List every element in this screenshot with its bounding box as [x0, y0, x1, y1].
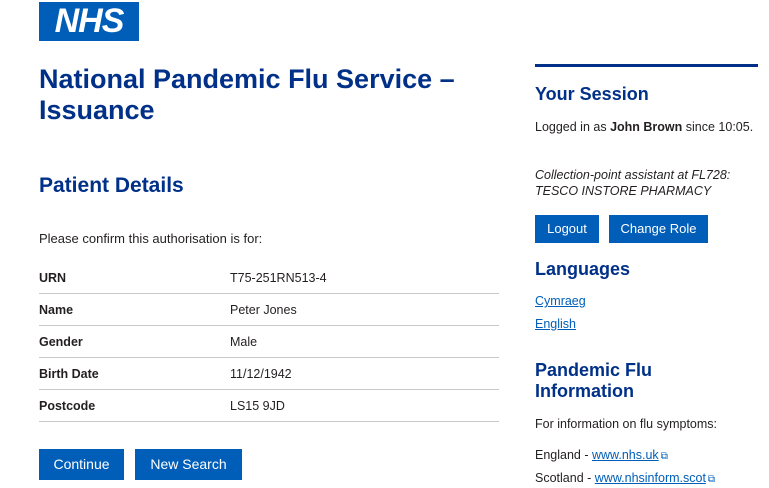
- external-link-icon: ⧉: [707, 474, 716, 485]
- languages-title: Languages: [535, 259, 631, 279]
- flu-info-title-line-2: Information: [535, 381, 634, 401]
- patient-details-table: URN T75-251RN513-4 Name Peter Jones Gend…: [39, 262, 499, 422]
- session-user: John Brown: [610, 120, 683, 134]
- region-label: England -: [535, 448, 592, 462]
- role-line-1: Collection-point assistant at FL728:: [535, 168, 731, 182]
- detail-label: Postcode: [39, 398, 96, 413]
- detail-label: Name: [39, 302, 74, 317]
- region-label: Scotland -: [535, 471, 595, 485]
- change-role-button[interactable]: Change Role: [609, 215, 708, 243]
- session-title: Your Session: [535, 84, 649, 104]
- nhs-uk-link[interactable]: www.nhs.uk: [592, 448, 659, 462]
- role-line-2: TESCO INSTORE PHARMACY: [535, 184, 712, 198]
- logged-in-prefix: Logged in as: [535, 120, 607, 134]
- confirm-intro: Please confirm this authorisation is for…: [39, 231, 263, 246]
- flu-link-scotland-row: Scotland - www.nhsinform.scot ⧉: [535, 470, 715, 488]
- section-title: Patient Details: [39, 174, 184, 197]
- detail-label: URN: [39, 270, 67, 285]
- session-role: Collection-point assistant at FL728: TES…: [535, 167, 730, 199]
- detail-value: Male: [230, 334, 258, 349]
- continue-button[interactable]: Continue: [39, 449, 124, 480]
- detail-label: Gender: [39, 334, 83, 349]
- flu-info-title: Pandemic Flu Information: [535, 360, 652, 402]
- language-link-cymraeg[interactable]: Cymraeg: [535, 294, 586, 308]
- detail-row-name: Name Peter Jones: [39, 294, 499, 326]
- detail-value: T75-251RN513-4: [230, 270, 327, 285]
- page-title: National Pandemic Flu Service – Issuance: [39, 64, 455, 125]
- external-link-icon: ⧉: [660, 451, 668, 462]
- detail-row-postcode: Postcode LS15 9JD: [39, 390, 499, 422]
- language-link-english[interactable]: English: [535, 317, 576, 331]
- flu-info-title-line-1: Pandemic Flu: [535, 360, 653, 380]
- detail-value: Peter Jones: [230, 302, 297, 317]
- logout-button[interactable]: Logout: [535, 215, 599, 243]
- flu-info-intro: For information on flu symptoms:: [535, 417, 718, 431]
- session-login-info: Logged in as John Brown since 10:05.: [535, 119, 755, 135]
- detail-row-urn: URN T75-251RN513-4: [39, 262, 499, 294]
- detail-value: LS15 9JD: [230, 398, 285, 413]
- session-since: since 10:05.: [685, 120, 754, 134]
- new-search-button[interactable]: New Search: [135, 449, 242, 480]
- detail-value: 11/12/1942: [230, 366, 292, 381]
- detail-label: Birth Date: [39, 366, 99, 381]
- detail-row-birth-date: Birth Date 11/12/1942: [39, 358, 499, 390]
- detail-row-gender: Gender Male: [39, 326, 499, 358]
- nhs-inform-link[interactable]: www.nhsinform.scot: [595, 471, 706, 485]
- nhs-logo[interactable]: NHS: [39, 2, 139, 41]
- sidebar: Your Session Logged in as John Brown sin…: [535, 64, 758, 485]
- flu-link-england-row: England - www.nhs.uk ⧉: [535, 447, 668, 465]
